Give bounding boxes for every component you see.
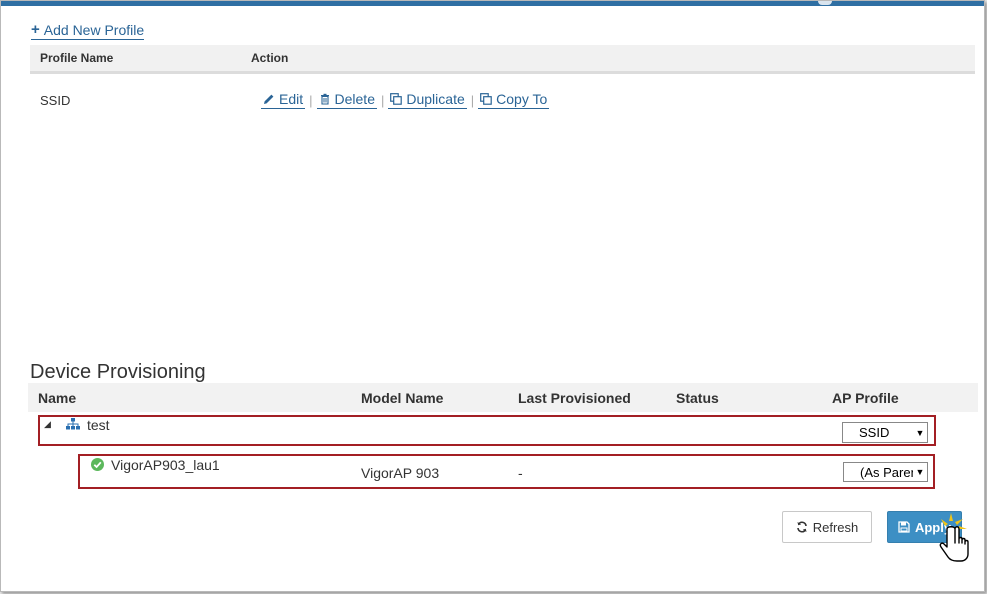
online-check-icon — [91, 458, 104, 471]
delete-link[interactable]: Delete — [316, 91, 377, 109]
profile-name-cell: SSID — [40, 92, 71, 108]
copy-icon — [390, 93, 403, 105]
col-action: Action — [251, 51, 289, 65]
table-row: SSID Edit | Delete | Duplicate | Copy To — [30, 74, 975, 126]
col-model-name: Model Name — [361, 389, 444, 406]
copy-icon — [480, 93, 492, 105]
col-status: Status — [676, 389, 719, 406]
device-provisioning-title: Device Provisioning — [30, 361, 206, 383]
refresh-button[interactable]: Refresh — [782, 511, 872, 543]
profile-actions: Edit | Delete | Duplicate | Copy To — [261, 91, 550, 109]
copy-to-label: Copy To — [496, 91, 548, 107]
copy-to-link[interactable]: Copy To — [478, 91, 550, 109]
group-ap-profile-value: SSID — [859, 425, 890, 440]
window-top-bar — [1, 1, 984, 6]
device-ap-profile-value: (As Parent) — [860, 464, 913, 480]
window-top-knob — [818, 1, 832, 5]
col-last-provisioned: Last Provisioned — [518, 389, 631, 406]
refresh-icon — [796, 521, 807, 533]
group-name[interactable]: test — [87, 417, 110, 433]
delete-label: Delete — [334, 91, 375, 107]
dropdown-arrow-icon: ▼ — [915, 467, 925, 477]
action-separator: | — [380, 92, 385, 108]
duplicate-link[interactable]: Duplicate — [388, 91, 467, 109]
action-separator: | — [470, 92, 475, 108]
dropdown-arrow-icon: ▼ — [915, 427, 925, 438]
profile-table-header: Profile Name Action — [30, 45, 975, 74]
col-name: Name — [38, 389, 77, 406]
action-separator: | — [309, 92, 313, 108]
network-tree-icon — [66, 418, 80, 430]
col-profile-name: Profile Name — [40, 51, 114, 65]
collapse-arrow-icon[interactable]: ◢ — [44, 419, 51, 430]
plus-icon: + — [31, 21, 40, 38]
add-new-profile-label: Add New Profile — [43, 22, 145, 38]
pencil-icon — [264, 94, 274, 104]
device-name[interactable]: VigorAP903_lau1 — [111, 457, 220, 473]
col-ap-profile: AP Profile — [832, 389, 899, 406]
duplicate-label: Duplicate — [406, 91, 465, 107]
save-icon — [898, 521, 910, 533]
group-ap-profile-select[interactable]: SSID ▼ — [842, 422, 928, 443]
device-model: VigorAP 903 — [361, 465, 440, 481]
refresh-label: Refresh — [812, 519, 859, 535]
hand-cursor-icon — [939, 513, 969, 562]
edit-link[interactable]: Edit — [261, 91, 306, 109]
profile-table: Profile Name Action SSID Edit | Delete |… — [30, 45, 975, 126]
group-row-highlight — [38, 415, 936, 446]
add-new-profile-link[interactable]: + Add New Profile — [31, 21, 145, 40]
device-table: Name Model Name Last Provisioned Status … — [28, 383, 978, 412]
device-table-header: Name Model Name Last Provisioned Status … — [28, 383, 978, 412]
edit-label: Edit — [279, 91, 304, 107]
device-last-provisioned: - — [518, 465, 523, 481]
profile-window: + Add New Profile Profile Name Action SS… — [0, 0, 985, 592]
device-ap-profile-select[interactable]: (As Parent) ▼ — [843, 462, 928, 482]
trash-icon — [320, 93, 329, 105]
